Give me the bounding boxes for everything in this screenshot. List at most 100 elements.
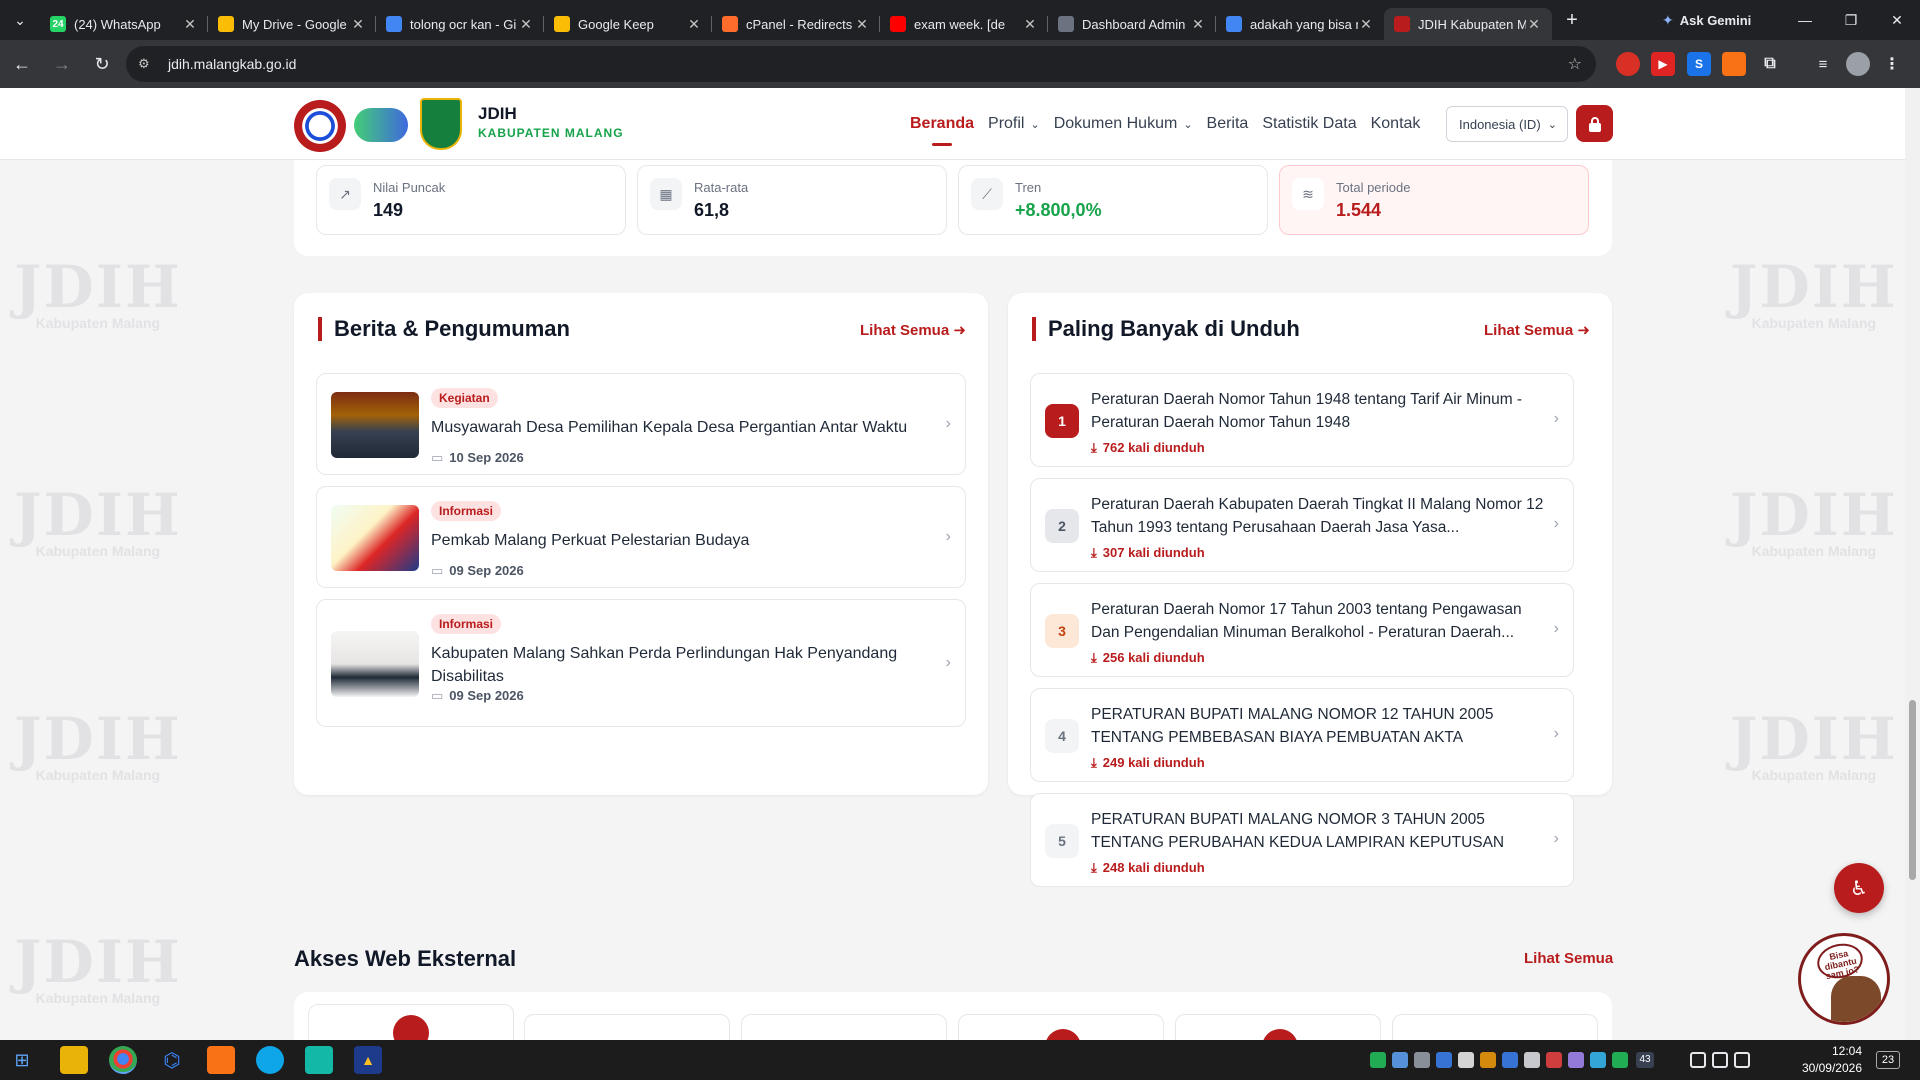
wifi-icon[interactable] <box>1690 1052 1706 1068</box>
accessibility-button[interactable]: ♿ <box>1834 863 1884 913</box>
external-link-tile[interactable] <box>741 1014 947 1040</box>
minimize-icon[interactable]: — <box>1782 0 1828 40</box>
kabupaten-malang-emblem[interactable] <box>420 98 462 150</box>
address-bar[interactable]: ⚙ jdih.malangkab.go.id ☆ <box>126 46 1596 82</box>
battery-icon[interactable] <box>1734 1052 1750 1068</box>
system-tray-icon[interactable] <box>1546 1052 1562 1068</box>
media-control-icon[interactable]: ≡ <box>1811 52 1835 76</box>
close-tab-icon[interactable]: ✕ <box>854 16 870 33</box>
download-item[interactable]: 2 Peraturan Daerah Kabupaten Daerah Tingk… <box>1030 478 1574 572</box>
downloads-see-all-link[interactable]: Lihat Semua ➜ <box>1484 321 1590 339</box>
site-info-icon[interactable]: ⚙ <box>138 56 158 72</box>
system-tray-icon[interactable] <box>1414 1052 1430 1068</box>
nav-item-beranda[interactable]: Beranda <box>910 88 974 160</box>
close-tab-icon[interactable]: ✕ <box>1358 16 1374 33</box>
chrome-taskbar-icon[interactable] <box>109 1046 137 1074</box>
external-link-tile[interactable] <box>308 1004 514 1040</box>
external-link-tile[interactable] <box>524 1014 730 1040</box>
news-item[interactable]: Kegiatan Musyawarah Desa Pemilihan Kepala… <box>316 373 966 475</box>
windows-start-icon[interactable]: ⊞ <box>8 1046 36 1074</box>
system-tray-icon[interactable] <box>1458 1052 1474 1068</box>
tray-temp-badge[interactable]: 43 <box>1636 1052 1654 1068</box>
system-tray-icon[interactable] <box>1370 1052 1386 1068</box>
edge-icon[interactable] <box>256 1046 284 1074</box>
extensions-puzzle-icon[interactable]: ⧉ <box>1758 52 1782 76</box>
system-tray-icon[interactable] <box>1436 1052 1452 1068</box>
file-explorer-icon[interactable] <box>60 1046 88 1074</box>
external-link-tile[interactable] <box>1392 1014 1598 1040</box>
download-title[interactable]: PERATURAN BUPATI MALANG NOMOR 3 TAHUN 20… <box>1091 808 1551 854</box>
taskbar-clock[interactable]: 12:04 30/09/2026 <box>1792 1043 1862 1077</box>
notification-count[interactable]: 23 <box>1876 1051 1900 1069</box>
system-tray-icon[interactable] <box>1590 1052 1606 1068</box>
system-tray-icon[interactable] <box>1480 1052 1496 1068</box>
browser-tab[interactable]: adakah yang bisa m ✕ <box>1216 8 1384 40</box>
back-icon[interactable]: ← <box>4 46 40 82</box>
restore-icon[interactable]: ❐ <box>1828 0 1874 40</box>
system-tray-icon[interactable] <box>1612 1052 1628 1068</box>
browser-tab[interactable]: tolong ocr kan - Gi ✕ <box>376 8 544 40</box>
close-tab-icon[interactable]: ✕ <box>1022 16 1038 33</box>
app-icon[interactable] <box>305 1046 333 1074</box>
close-tab-icon[interactable]: ✕ <box>518 16 534 33</box>
close-window-icon[interactable]: ✕ <box>1874 0 1920 40</box>
ask-gemini-button[interactable]: ✦ Ask Gemini <box>1662 8 1751 32</box>
news-title[interactable]: Pemkab Malang Perkuat Pelestarian Budaya <box>431 529 921 552</box>
news-item[interactable]: Informasi Kabupaten Malang Sahkan Perda P… <box>316 599 966 727</box>
close-tab-icon[interactable]: ✕ <box>1190 16 1206 33</box>
bookmark-star-icon[interactable]: ☆ <box>1568 54 1582 74</box>
forward-icon[interactable]: → <box>44 46 80 82</box>
system-tray-icon[interactable] <box>1392 1052 1408 1068</box>
download-item[interactable]: 4 PERATURAN BUPATI MALANG NOMOR 12 TAHUN … <box>1030 688 1574 782</box>
page-scrollbar-thumb[interactable] <box>1909 700 1916 880</box>
browser-tab[interactable]: exam week. [de ✕ <box>880 8 1048 40</box>
page-scrollbar[interactable] <box>1905 88 1920 1040</box>
jdih-logo[interactable] <box>354 108 408 142</box>
browser-menu-icon[interactable]: ⋮ <box>1880 52 1904 76</box>
extension-play-icon[interactable]: ▶ <box>1651 52 1675 76</box>
volume-icon[interactable] <box>1712 1052 1728 1068</box>
extension-s-icon[interactable]: S <box>1687 52 1711 76</box>
nav-item-berita[interactable]: Berita <box>1207 88 1249 160</box>
external-link-tile[interactable] <box>958 1014 1164 1040</box>
download-item[interactable]: 1 Peraturan Daerah Nomor Tahun 1948 tenta… <box>1030 373 1574 467</box>
nav-item-statistik-data[interactable]: Statistik Data <box>1262 88 1356 160</box>
browser-tab[interactable]: JDIH Kabupaten M ✕ <box>1384 8 1552 40</box>
browser-tab[interactable]: My Drive - Google ✕ <box>208 8 376 40</box>
download-title[interactable]: Peraturan Daerah Kabupaten Daerah Tingka… <box>1091 493 1551 539</box>
news-item[interactable]: Informasi Pemkab Malang Perkuat Pelestari… <box>316 486 966 588</box>
reload-icon[interactable]: ↻ <box>84 46 120 82</box>
news-title[interactable]: Kabupaten Malang Sahkan Perda Perlindung… <box>431 642 921 688</box>
jdihn-logo[interactable] <box>294 100 346 152</box>
android-studio-icon[interactable]: ▲ <box>354 1046 382 1074</box>
system-tray-icon[interactable] <box>1568 1052 1584 1068</box>
close-tab-icon[interactable]: ✕ <box>350 16 366 33</box>
brand-title[interactable]: JDIH <box>478 104 517 124</box>
sublime-icon[interactable] <box>207 1046 235 1074</box>
nav-item-kontak[interactable]: Kontak <box>1371 88 1421 160</box>
tab-search-icon[interactable]: ⌄ <box>0 0 40 40</box>
close-tab-icon[interactable]: ✕ <box>686 16 702 33</box>
news-title[interactable]: Musyawarah Desa Pemilihan Kepala Desa Pe… <box>431 416 921 439</box>
nav-item-profil[interactable]: Profil ⌄ <box>988 88 1040 160</box>
browser-tab[interactable]: cPanel - Redirects ✕ <box>712 8 880 40</box>
download-item[interactable]: 3 Peraturan Daerah Nomor 17 Tahun 2003 te… <box>1030 583 1574 677</box>
external-link-tile[interactable] <box>1175 1014 1381 1040</box>
external-access-see-all-link[interactable]: Lihat Semua <box>1524 950 1613 967</box>
close-tab-icon[interactable]: ✕ <box>1526 16 1542 33</box>
download-title[interactable]: Peraturan Daerah Nomor 17 Tahun 2003 ten… <box>1091 598 1551 644</box>
extension-shield-icon[interactable] <box>1616 52 1640 76</box>
download-title[interactable]: PERATURAN BUPATI MALANG NOMOR 12 TAHUN 2… <box>1091 703 1551 749</box>
language-select[interactable]: Indonesia (ID) ⌄ <box>1446 106 1568 142</box>
chat-mascot-button[interactable]: Bisa dibantu sam jo? <box>1798 933 1890 1025</box>
download-item[interactable]: 5 PERATURAN BUPATI MALANG NOMOR 3 TAHUN 2… <box>1030 793 1574 887</box>
system-tray-icon[interactable] <box>1502 1052 1518 1068</box>
extension-sublime-icon[interactable] <box>1722 52 1746 76</box>
download-title[interactable]: Peraturan Daerah Nomor Tahun 1948 tentan… <box>1091 388 1551 434</box>
news-see-all-link[interactable]: Lihat Semua ➜ <box>860 321 966 339</box>
profile-avatar[interactable] <box>1846 52 1870 76</box>
vscode-icon[interactable]: ⌬ <box>158 1046 186 1074</box>
close-tab-icon[interactable]: ✕ <box>182 16 198 33</box>
new-tab-button[interactable]: + <box>1556 4 1588 36</box>
nav-item-dokumen-hukum[interactable]: Dokumen Hukum ⌄ <box>1054 88 1193 160</box>
